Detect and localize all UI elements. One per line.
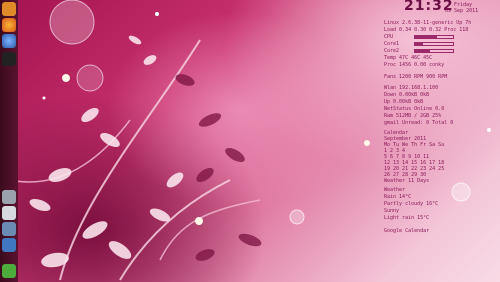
- conky-line: Proc 1456 0.00 conky: [384, 62, 445, 68]
- conky-line: NetStatus Online 0.0: [384, 106, 445, 112]
- core2-usage-bar: [414, 49, 454, 53]
- conky-line: Weather 11 Days: [384, 178, 430, 184]
- conky-line: Weather: [384, 187, 406, 193]
- conky-line: Linux 2.6.38-11-generic Up 7h: [384, 20, 472, 26]
- terminal-icon[interactable]: [2, 52, 16, 66]
- conky-line: Google Calendar: [384, 228, 430, 234]
- home-folder-icon[interactable]: [2, 2, 16, 16]
- conky-line: CPU: [384, 34, 394, 40]
- cpu-usage-bar: [414, 35, 454, 39]
- user-icon[interactable]: [2, 206, 16, 220]
- cpu-usage-fill: [415, 36, 438, 38]
- trash-icon[interactable]: [2, 190, 16, 204]
- conky-line: Down 0.00kB 0kB: [384, 92, 430, 98]
- thunderbird-icon[interactable]: [2, 34, 16, 48]
- conky-line: Up 0.00kB 0kB: [384, 99, 424, 105]
- core1-usage-bar: [414, 42, 454, 46]
- conky-line: Core1: [384, 41, 400, 47]
- conky-line: Fans 1200 RPM 900 RPM: [384, 74, 448, 80]
- conky-line: Wlan 192.168.1.100: [384, 85, 439, 91]
- apps-icon[interactable]: [2, 264, 16, 278]
- conky-line: Rain 14°C: [384, 194, 412, 200]
- launcher-dock: [0, 0, 18, 282]
- conky-line: Partly cloudy 16°C: [384, 201, 439, 207]
- conky-line: Light rain 15°C: [384, 215, 430, 221]
- core1-usage-fill: [415, 43, 424, 45]
- network-icon[interactable]: [2, 238, 16, 252]
- core2-usage-fill: [415, 50, 431, 52]
- settings-icon[interactable]: [2, 222, 16, 236]
- conky-line: Load 0.34 0.30 0.32 Proc 118: [384, 27, 469, 33]
- conky-line: Temp 47C 46C 45C: [384, 55, 433, 61]
- conky-system-monitor: Linux 2.6.38-11-generic Up 7h Load 0.34 …: [384, 0, 500, 282]
- conky-line: Ram 512MB / 2GB 25%: [384, 113, 442, 119]
- conky-line: Sunny: [384, 208, 400, 214]
- conky-line: gmail Unread: 0 Total 0: [384, 120, 454, 126]
- conky-line: Core2: [384, 48, 400, 54]
- firefox-icon[interactable]: [2, 18, 16, 32]
- desktop-wallpaper: 21:32 Friday 09 Sep 2011 Linux 2.6.38-11…: [0, 0, 500, 282]
